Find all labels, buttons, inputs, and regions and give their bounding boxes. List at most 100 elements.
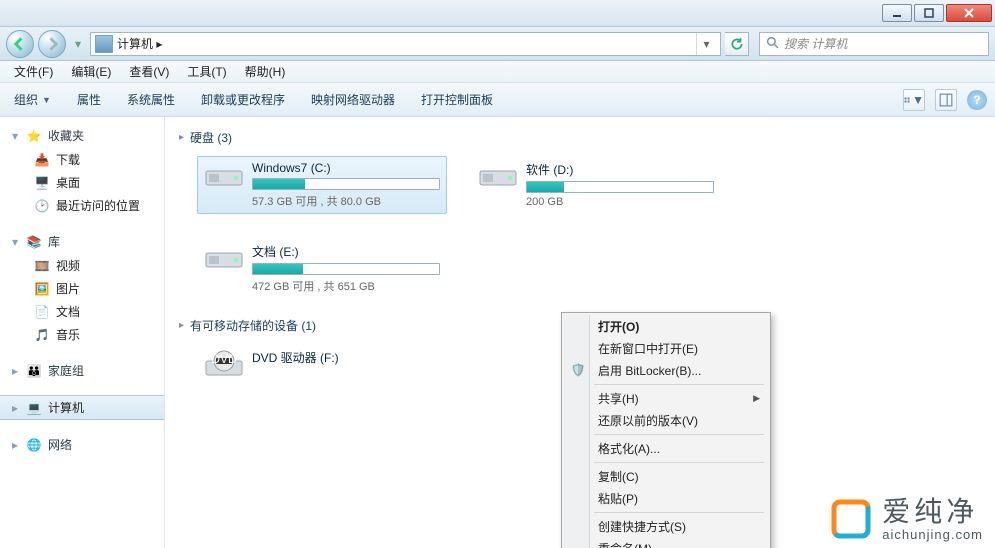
menu-help[interactable]: 帮助(H)	[237, 61, 294, 82]
logo-icon	[830, 498, 872, 540]
toolbar-controlpanel[interactable]: 打开控制面板	[415, 87, 499, 112]
downloads-icon: 📥	[34, 152, 50, 168]
back-button[interactable]	[6, 30, 34, 58]
toolbar-sysprops[interactable]: 系统属性	[121, 87, 181, 112]
dvd-icon: DVD	[204, 349, 244, 383]
sidebar-item-desktop[interactable]: 🖥️桌面	[0, 171, 164, 194]
window-titlebar	[0, 0, 995, 27]
address-bar-row: ▾ 计算机 ▸ ▾ 搜索 计算机	[0, 27, 995, 61]
menubar: 文件(F) 编辑(E) 查看(V) 工具(T) 帮助(H)	[0, 61, 995, 83]
drive-info: 57.3 GB 可用 , 共 80.0 GB	[252, 193, 440, 209]
address-path: 计算机 ▸	[117, 35, 696, 52]
shield-icon: 🛡️	[569, 361, 587, 379]
sidebar-item-downloads[interactable]: 📥下载	[0, 148, 164, 171]
usage-fill	[253, 179, 305, 189]
nav-history-dropdown[interactable]: ▾	[70, 32, 86, 56]
sidebar-item-videos[interactable]: 🎞️视频	[0, 254, 164, 277]
ctx-shortcut[interactable]: 创建快捷方式(S)	[564, 515, 768, 537]
toolbar-organize[interactable]: 组织▼	[8, 87, 57, 112]
context-menu: 打开(O) 在新窗口中打开(E) 🛡️启用 BitLocker(B)... 共享…	[561, 312, 771, 548]
watermark: 爱纯净 aichunjing.com	[830, 497, 983, 542]
computer-icon	[95, 35, 113, 53]
drive-c[interactable]: Windows7 (C:) 57.3 GB 可用 , 共 80.0 GB	[197, 156, 447, 214]
address-combo-arrow[interactable]: ▾	[696, 33, 716, 55]
usage-bar	[252, 263, 440, 275]
music-icon: 🎵	[34, 327, 50, 343]
ctx-prev-versions[interactable]: 还原以前的版本(V)	[564, 409, 768, 431]
usage-bar	[252, 178, 440, 190]
address-bar[interactable]: 计算机 ▸ ▾	[90, 32, 721, 56]
expand-icon: ▸	[10, 403, 20, 413]
ctx-paste[interactable]: 粘贴(P)	[564, 487, 768, 509]
group-header-hdd[interactable]: ▸硬盘 (3)	[179, 125, 981, 150]
svg-text:DVD: DVD	[211, 352, 237, 366]
hdd-icon	[478, 161, 518, 195]
search-input[interactable]: 搜索 计算机	[759, 32, 989, 56]
ctx-bitlocker[interactable]: 🛡️启用 BitLocker(B)...	[564, 359, 768, 381]
sidebar-item-documents[interactable]: 📄文档	[0, 300, 164, 323]
search-icon	[766, 36, 779, 52]
computer-icon: 💻	[26, 400, 42, 416]
drive-info: 472 GB 可用 , 共 651 GB	[252, 278, 440, 294]
expand-icon: ▸	[10, 366, 20, 376]
sidebar-computer[interactable]: ▸💻计算机	[0, 395, 164, 420]
usage-fill	[253, 264, 303, 274]
view-mode-button[interactable]: ▼	[903, 89, 925, 111]
collapse-icon: ▸	[179, 320, 184, 331]
refresh-button[interactable]	[725, 32, 749, 56]
watermark-name: 爱纯净	[882, 497, 983, 528]
videos-icon: 🎞️	[34, 258, 50, 274]
sidebar-libraries[interactable]: ▾📚库	[0, 229, 164, 254]
sidebar-homegroup[interactable]: ▸👪家庭组	[0, 358, 164, 383]
content-pane: ▸硬盘 (3) Windows7 (C:) 57.3 GB 可用 , 共 80.…	[165, 117, 995, 548]
toolbar: 组织▼ 属性 系统属性 卸载或更改程序 映射网络驱动器 打开控制面板 ▼ ?	[0, 83, 995, 117]
usage-fill	[527, 182, 564, 192]
ctx-rename[interactable]: 重命名(M)	[564, 537, 768, 548]
sidebar-favorites[interactable]: ▾⭐收藏夹	[0, 123, 164, 148]
drive-name: Windows7 (C:)	[252, 161, 440, 175]
watermark-url: aichunjing.com	[882, 528, 983, 542]
sidebar-item-pictures[interactable]: 🖼️图片	[0, 277, 164, 300]
sidebar-item-recent[interactable]: 🕑最近访问的位置	[0, 194, 164, 217]
ctx-open-new-window[interactable]: 在新窗口中打开(E)	[564, 337, 768, 359]
drive-name: DVD 驱动器 (F:)	[252, 349, 440, 366]
sidebar-item-music[interactable]: 🎵音乐	[0, 323, 164, 346]
drive-e[interactable]: 文档 (E:) 472 GB 可用 , 共 651 GB	[197, 238, 447, 299]
menu-tools[interactable]: 工具(T)	[179, 61, 234, 82]
drive-info: 200 GB	[526, 196, 714, 208]
forward-button[interactable]	[38, 30, 66, 58]
ctx-copy[interactable]: 复制(C)	[564, 465, 768, 487]
menu-edit[interactable]: 编辑(E)	[63, 61, 119, 82]
drive-name: 软件 (D:)	[526, 161, 714, 178]
preview-pane-button[interactable]	[935, 89, 957, 111]
menu-view[interactable]: 查看(V)	[121, 61, 177, 82]
toolbar-uninstall[interactable]: 卸载或更改程序	[195, 87, 291, 112]
minimize-button[interactable]	[882, 4, 912, 22]
homegroup-icon: 👪	[26, 363, 42, 379]
libraries-icon: 📚	[26, 234, 42, 250]
expand-icon: ▸	[10, 440, 20, 450]
sidebar-network[interactable]: ▸🌐网络	[0, 432, 164, 457]
navigation-pane: ▾⭐收藏夹 📥下载 🖥️桌面 🕑最近访问的位置 ▾📚库 🎞️视频 🖼️图片 📄文…	[0, 117, 165, 548]
close-button[interactable]	[946, 4, 992, 22]
ctx-open[interactable]: 打开(O)	[564, 315, 768, 337]
search-placeholder: 搜索 计算机	[784, 35, 847, 52]
chevron-down-icon: ▼	[42, 95, 51, 105]
pictures-icon: 🖼️	[34, 281, 50, 297]
hdd-icon	[204, 161, 244, 195]
drive-name: 文档 (E:)	[252, 243, 440, 260]
toolbar-properties[interactable]: 属性	[71, 87, 107, 112]
ctx-format[interactable]: 格式化(A)...	[564, 437, 768, 459]
collapse-icon: ▾	[10, 237, 20, 247]
desktop-icon: 🖥️	[34, 175, 50, 191]
maximize-button[interactable]	[914, 4, 944, 22]
drive-dvd[interactable]: DVD DVD 驱动器 (F:)	[197, 344, 447, 388]
documents-icon: 📄	[34, 304, 50, 320]
network-icon: 🌐	[26, 437, 42, 453]
help-button[interactable]: ?	[967, 90, 987, 110]
hdd-icon	[204, 243, 244, 277]
drive-d[interactable]: 软件 (D:) 200 GB	[471, 156, 721, 214]
toolbar-mapdrive[interactable]: 映射网络驱动器	[305, 87, 401, 112]
ctx-share[interactable]: 共享(H)	[564, 387, 768, 409]
menu-file[interactable]: 文件(F)	[6, 61, 61, 82]
